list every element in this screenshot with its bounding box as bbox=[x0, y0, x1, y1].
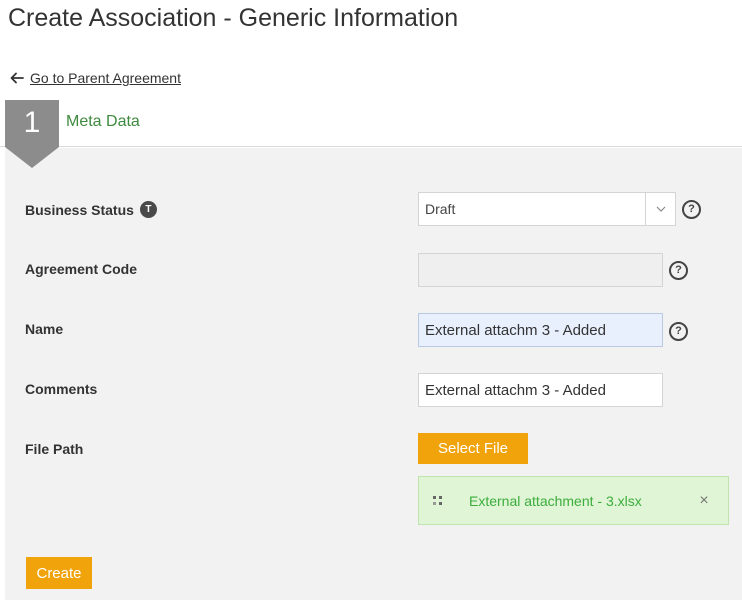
step-badge-pointer bbox=[5, 147, 59, 168]
comments-label-text: Comments bbox=[25, 381, 98, 397]
name-label-text: Name bbox=[25, 321, 64, 337]
name-help-icon[interactable]: ? bbox=[669, 322, 688, 341]
close-icon[interactable]: × bbox=[694, 492, 714, 510]
go-to-parent-agreement-link[interactable]: Go to Parent Agreement bbox=[10, 70, 181, 86]
step-header: 1 Meta Data bbox=[0, 100, 742, 147]
business-status-label: Business Status T bbox=[25, 201, 157, 218]
business-status-select[interactable]: Draft bbox=[418, 192, 676, 226]
file-path-label-text: File Path bbox=[25, 441, 84, 457]
business-status-help-icon[interactable]: ? bbox=[682, 200, 701, 219]
grip-icon[interactable] bbox=[433, 495, 443, 506]
agreement-code-label: Agreement Code bbox=[25, 261, 137, 277]
info-t-icon[interactable]: T bbox=[139, 201, 157, 218]
agreement-code-label-text: Agreement Code bbox=[25, 261, 138, 277]
file-path-label: File Path bbox=[25, 441, 83, 457]
step-number-badge: 1 bbox=[5, 100, 59, 147]
agreement-code-help-icon[interactable]: ? bbox=[669, 261, 688, 280]
arrow-left-icon bbox=[10, 72, 24, 84]
business-status-value: Draft bbox=[425, 201, 456, 217]
agreement-code-field bbox=[418, 253, 663, 287]
select-file-button[interactable]: Select File bbox=[418, 433, 528, 464]
name-label: Name bbox=[25, 321, 63, 337]
attachment-item: External attachment - 3.xlsx × bbox=[418, 476, 729, 525]
attachment-file-name: External attachment - 3.xlsx bbox=[469, 492, 642, 509]
step-label: Meta Data bbox=[66, 113, 140, 130]
comments-field[interactable]: External attachm 3 - Added bbox=[418, 373, 663, 407]
business-status-label-text: Business Status bbox=[25, 201, 134, 218]
chevron-down-icon[interactable] bbox=[645, 193, 675, 225]
create-button[interactable]: Create bbox=[26, 557, 92, 589]
back-link-label: Go to Parent Agreement bbox=[30, 70, 181, 86]
page-title: Create Association - Generic Information bbox=[8, 4, 459, 32]
name-field[interactable]: External attachm 3 - Added bbox=[418, 313, 663, 347]
comments-label: Comments bbox=[25, 381, 97, 397]
